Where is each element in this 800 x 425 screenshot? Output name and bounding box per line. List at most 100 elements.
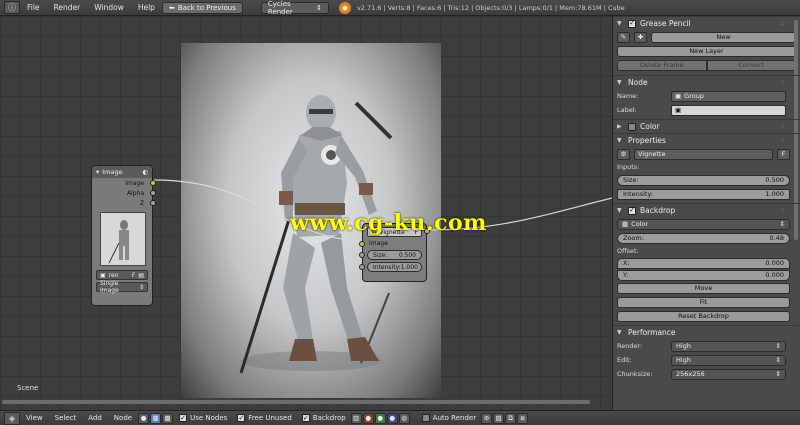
node-panel-header[interactable]: ▼ Node :::: [613, 75, 800, 89]
image-node-preview-icon[interactable]: ◐: [142, 168, 148, 176]
panel-grip-icon[interactable]: :::: [781, 79, 785, 86]
move-button[interactable]: Move: [617, 282, 790, 294]
fit-button[interactable]: Fit: [617, 296, 790, 308]
vignette-intensity-field[interactable]: Intensity: 1.000: [367, 262, 422, 272]
auto-render-checkbox[interactable]: [421, 414, 430, 422]
vignette-image-socket[interactable]: [359, 241, 365, 247]
node-editor-icon: ◈: [8, 413, 16, 423]
output-alpha-socket[interactable]: [150, 190, 156, 196]
offset-y-label: Y:: [623, 271, 629, 279]
menu-file[interactable]: File: [20, 3, 47, 12]
shader-tree-icon[interactable]: ●: [138, 412, 150, 424]
image-node[interactable]: ▾ Image ◐ Image Alpha Z ▣ ren F ▤ Single…: [91, 165, 156, 306]
offset-x-field[interactable]: X: 0.000: [617, 257, 790, 269]
channel-red-icon[interactable]: ●: [362, 412, 374, 424]
menu-add[interactable]: Add: [82, 414, 108, 422]
node-tree-icon[interactable]: ⚙: [617, 148, 630, 160]
paste-nodes-icon[interactable]: ⧇: [517, 412, 529, 424]
channel-blue-icon[interactable]: ●: [386, 412, 398, 424]
render-engine-select[interactable]: Cycles Render ⇕: [260, 0, 329, 16]
panel-grip-icon[interactable]: :::: [781, 137, 785, 144]
image-datablock-field[interactable]: ▣ ren F ▤: [96, 270, 148, 280]
add-icon[interactable]: ✚: [634, 31, 647, 43]
panel-grip-icon[interactable]: :::: [781, 123, 785, 130]
texture-tree-icon[interactable]: ▩: [162, 412, 174, 424]
node-name-field[interactable]: ▣ Group: [671, 90, 786, 102]
vignette-intensity-row: Intensity: 1.000: [359, 262, 422, 272]
backdrop-channel-select[interactable]: ▦ Color ⇕: [617, 218, 790, 230]
chevron-updown-icon: ⇕: [775, 356, 781, 364]
backdrop-checkbox[interactable]: ✓: [301, 414, 310, 422]
editor-type-button[interactable]: ◈: [4, 411, 20, 425]
use-nodes-toggle[interactable]: ✓ Use Nodes: [174, 414, 232, 422]
chunksize-label: Chunksize:: [617, 370, 653, 378]
inputs-label: Inputs:: [617, 163, 640, 171]
grease-pencil-panel-header[interactable]: ▼ ✓ Grease Pencil :::: [613, 16, 800, 30]
horizontal-scrollbar-thumb[interactable]: [2, 400, 590, 404]
group-intensity-field[interactable]: Intensity: 1.000: [617, 188, 790, 200]
menu-node[interactable]: Node: [108, 414, 138, 422]
back-to-previous-button[interactable]: ⬅ Back to Previous: [161, 1, 243, 14]
output-z-socket[interactable]: [150, 200, 156, 206]
offset-label-row: Offset:: [613, 245, 800, 257]
collapse-triangle-icon[interactable]: ▾: [96, 168, 99, 176]
menu-window[interactable]: Window: [87, 3, 131, 12]
render-quality-select[interactable]: High ⇕: [671, 340, 786, 352]
image-fake-user-flag[interactable]: F: [132, 272, 135, 279]
performance-panel-header[interactable]: ▼ Performance: [613, 325, 800, 339]
auto-render-toggle[interactable]: Auto Render: [417, 414, 481, 422]
reset-backdrop-button[interactable]: Reset Backdrop: [617, 310, 790, 322]
pencil-icon[interactable]: ✎: [617, 31, 630, 43]
color-checkbox[interactable]: [628, 122, 636, 131]
free-unused-toggle[interactable]: ✓ Free Unused: [232, 414, 296, 422]
grease-pencil-checkbox[interactable]: ✓: [628, 19, 636, 28]
use-nodes-checkbox[interactable]: ✓: [179, 414, 188, 422]
menu-view[interactable]: View: [20, 414, 49, 422]
backdrop-panel-header[interactable]: ▼ ✓ Backdrop :::: [613, 203, 800, 217]
snap-icon[interactable]: ⊕: [481, 412, 493, 424]
free-unused-label: Free Unused: [248, 414, 292, 422]
offset-y-field[interactable]: Y: 0.000: [617, 269, 790, 281]
channel-alpha-icon[interactable]: ◍: [398, 412, 410, 424]
node-label-field[interactable]: ▣: [671, 104, 786, 116]
image-node-header[interactable]: ▾ Image ◐: [92, 166, 152, 178]
open-image-icon[interactable]: ▤: [138, 272, 144, 279]
backdrop-toggle[interactable]: ✓ Backdrop: [297, 414, 351, 422]
compositing-tree-icon[interactable]: ▦: [150, 412, 162, 424]
channel-rgb-icon[interactable]: ▥: [350, 412, 362, 424]
edit-quality-select[interactable]: High ⇕: [671, 354, 786, 366]
free-unused-checkbox[interactable]: ✓: [237, 414, 246, 422]
panel-grip-icon[interactable]: :::: [781, 20, 785, 27]
menu-select[interactable]: Select: [49, 414, 83, 422]
image-source-select[interactable]: Single Image ⇕: [96, 280, 148, 294]
backdrop-zoom-field[interactable]: Zoom: 0.48: [617, 232, 790, 244]
menu-help[interactable]: Help: [131, 3, 162, 12]
grease-pencil-new-button[interactable]: New: [651, 31, 796, 43]
new-layer-button[interactable]: New Layer: [617, 45, 796, 57]
channel-green-icon[interactable]: ●: [374, 412, 386, 424]
offset-label: Offset:: [617, 247, 639, 255]
properties-panel-header[interactable]: ▼ Properties :::: [613, 133, 800, 147]
copy-nodes-icon[interactable]: ⧉: [505, 412, 517, 424]
group-datablock-field[interactable]: Vignette: [634, 148, 773, 160]
group-size-field[interactable]: Size: 0.500: [617, 174, 790, 186]
horizontal-scrollbar[interactable]: [0, 399, 612, 405]
backdrop-panel-checkbox[interactable]: ✓: [628, 206, 636, 215]
node-editor-canvas[interactable]: ▾ Image ◐ Image Alpha Z ▣ ren F ▤ Single…: [0, 16, 612, 410]
vignette-size-socket[interactable]: [359, 252, 365, 258]
vignette-intensity-socket[interactable]: [359, 264, 365, 270]
chunksize-select[interactable]: 256x256 ⇕: [671, 368, 786, 380]
snap-element-icon[interactable]: ▨: [493, 412, 505, 424]
delete-frame-button[interactable]: Delete Frame: [617, 59, 707, 71]
vignette-image-input: Image: [359, 240, 426, 249]
panel-grip-icon[interactable]: :::: [781, 207, 785, 214]
group-size-value: 0.500: [765, 176, 784, 184]
color-panel-header[interactable]: ▶ Color :::: [613, 119, 800, 133]
vignette-size-field[interactable]: Size: 0.500: [367, 250, 422, 260]
menu-render[interactable]: Render: [47, 3, 88, 12]
editor-type-button[interactable]: ⓘ: [4, 1, 20, 14]
group-fake-user-flag[interactable]: F: [777, 148, 790, 160]
convert-button[interactable]: Convert: [706, 59, 796, 71]
chunksize-value: 256x256: [676, 370, 705, 378]
output-image-socket[interactable]: [150, 180, 156, 186]
